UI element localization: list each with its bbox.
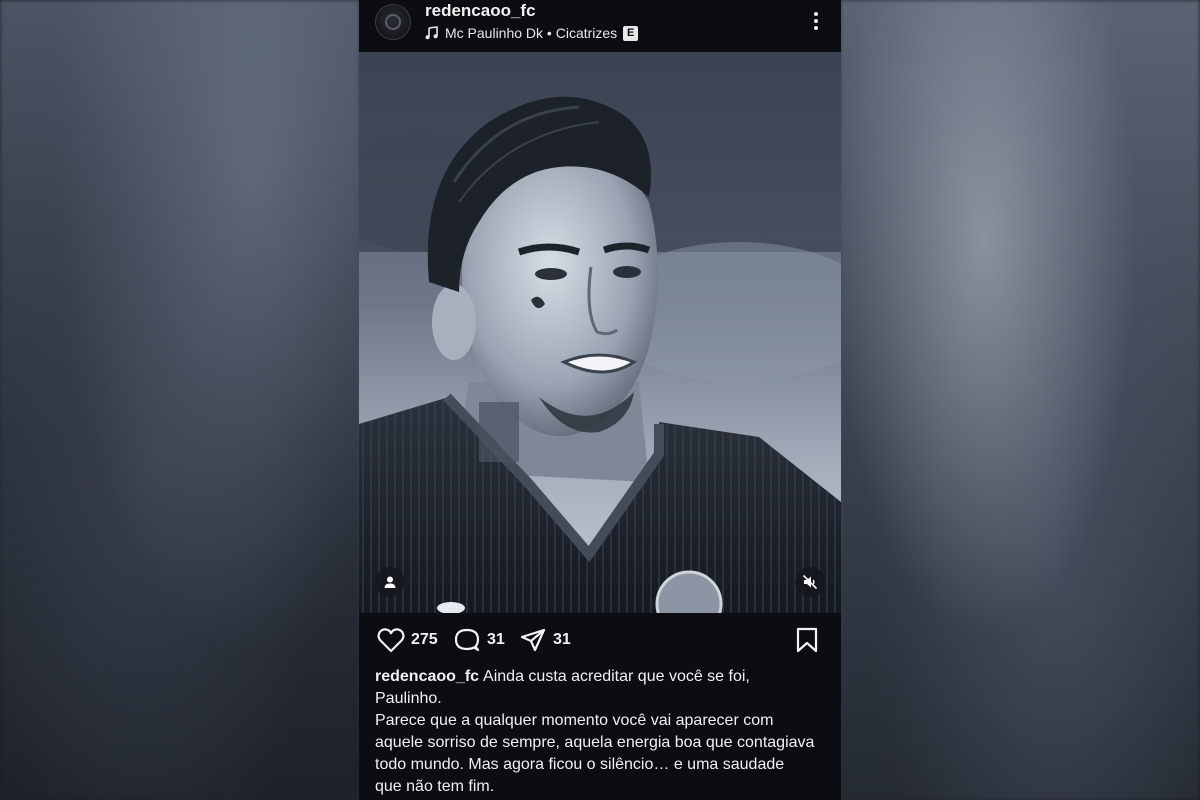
comment-button[interactable]: 31: [453, 627, 505, 653]
save-button[interactable]: [795, 627, 819, 658]
bookmark-icon: [796, 627, 818, 653]
caption-first-line: redencaoo_fc Ainda custa acreditar que vo…: [375, 666, 815, 710]
more-options-button[interactable]: [807, 10, 825, 32]
like-count: 275: [411, 631, 438, 648]
post-actions: 275 31 31: [359, 613, 841, 665]
heart-icon: [377, 628, 405, 653]
player-portrait: [359, 52, 841, 613]
music-track-label: Mc Paulinho Dk • Cicatrizes: [445, 25, 618, 41]
caption-text-2: Parece que a qualquer momento você vai a…: [375, 712, 815, 795]
user-tag-icon: [384, 576, 396, 588]
like-button[interactable]: 275: [377, 627, 438, 653]
post-header: redencaoo_fc Mc Paulinho Dk • Cicatrizes…: [359, 0, 841, 52]
instagram-post: redencaoo_fc Mc Paulinho Dk • Cicatrizes…: [359, 0, 841, 800]
post-username[interactable]: redencaoo_fc: [425, 1, 536, 21]
post-caption: redencaoo_fc Ainda custa acreditar que vo…: [375, 666, 815, 798]
music-info[interactable]: Mc Paulinho Dk • Cicatrizes E: [425, 24, 639, 42]
caption-username[interactable]: redencaoo_fc: [375, 668, 479, 685]
avatar[interactable]: [375, 4, 411, 40]
paper-plane-icon: [520, 628, 546, 652]
blurred-background-left: [0, 0, 360, 800]
post-photo[interactable]: [359, 52, 841, 613]
tag-people-button[interactable]: [375, 567, 405, 597]
share-button[interactable]: 31: [519, 627, 571, 653]
speaker-muted-icon: [802, 574, 818, 590]
blurred-background-right: [840, 0, 1200, 800]
explicit-badge: E: [623, 25, 639, 41]
more-vertical-icon: [814, 12, 818, 30]
comment-count: 31: [487, 631, 505, 648]
mute-button[interactable]: [795, 567, 825, 597]
comment-bubble-icon: [454, 628, 480, 652]
share-count: 31: [553, 631, 571, 648]
music-note-icon: [425, 26, 438, 40]
